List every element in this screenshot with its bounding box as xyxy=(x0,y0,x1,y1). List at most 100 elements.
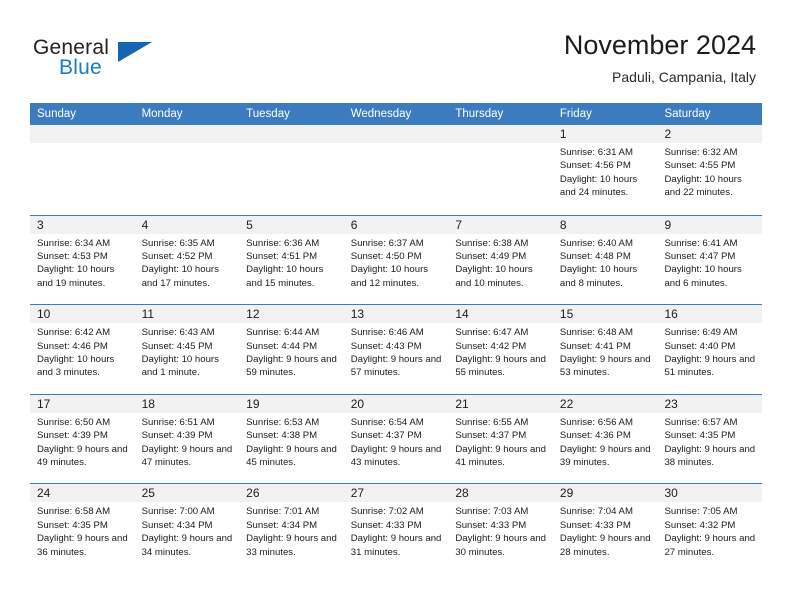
sunrise-text: Sunrise: 6:47 AM xyxy=(455,327,529,339)
sunrise-text: Sunrise: 6:46 AM xyxy=(350,327,424,339)
day-cell[interactable]: 24 Sunrise: 6:58 AM Sunset: 4:35 PM Dayligh… xyxy=(30,484,135,573)
day-number-band xyxy=(448,125,553,143)
day-cell[interactable]: 20 Sunrise: 6:54 AM Sunset: 4:37 PM Dayligh… xyxy=(343,394,449,484)
day-number-band: 17 xyxy=(30,394,135,413)
weekday-header-wednesday: Wednesday xyxy=(350,108,412,120)
sunset-text: Sunset: 4:45 PM xyxy=(141,340,213,352)
weekday-header-friday: Friday xyxy=(559,108,592,120)
day-cell[interactable]: 4 Sunrise: 6:35 AM Sunset: 4:52 PM Daylight… xyxy=(134,215,240,305)
day-number-band: 12 xyxy=(239,305,344,324)
day-info: Sunrise: 6:56 AM Sunset: 4:36 PM Daylight:… xyxy=(553,413,658,470)
sunset-text: Sunset: 4:47 PM xyxy=(664,251,736,262)
day-number: 2 xyxy=(664,127,672,141)
day-cell[interactable]: 14 Sunrise: 6:47 AM Sunset: 4:42 PM Dayligh… xyxy=(448,305,553,394)
day-cell[interactable]: 6 Sunrise: 6:37 AM Sunset: 4:50 PM Daylight… xyxy=(343,215,449,305)
sunrise-text: Sunrise: 6:32 AM xyxy=(664,147,738,158)
day-cell[interactable]: 15 Sunrise: 6:48 AM Sunset: 4:41 PM Dayligh… xyxy=(552,305,658,394)
day-cell[interactable]: 18 Sunrise: 6:51 AM Sunset: 4:39 PM Dayligh… xyxy=(134,394,240,484)
day-cell[interactable]: 23 Sunrise: 6:57 AM Sunset: 4:35 PM Dayligh… xyxy=(657,394,763,484)
day-number-band: 18 xyxy=(134,394,240,413)
day-cell[interactable]: 30 Sunrise: 7:05 AM Sunset: 4:32 PM Dayligh… xyxy=(657,484,763,573)
day-cell[interactable]: 2 Sunrise: 6:32 AM Sunset: 4:55 PM Daylight… xyxy=(657,125,763,215)
sunset-text: Sunset: 4:37 PM xyxy=(350,430,422,442)
weekday-header-monday: Monday xyxy=(141,108,183,120)
day-cell[interactable]: 26 Sunrise: 7:01 AM Sunset: 4:34 PM Dayligh… xyxy=(239,484,344,573)
daylight-text: Daylight: 10 hours and 24 minutes. xyxy=(559,173,638,199)
day-cell[interactable]: 17 Sunrise: 6:50 AM Sunset: 4:39 PM Dayligh… xyxy=(30,394,135,484)
daylight-text: Daylight: 9 hours and 36 minutes. xyxy=(37,533,128,558)
daylight-text: Daylight: 9 hours and 59 minutes. xyxy=(246,354,337,379)
day-cell[interactable]: 28 Sunrise: 7:03 AM Sunset: 4:33 PM Dayligh… xyxy=(448,484,553,573)
sunset-text: Sunset: 4:50 PM xyxy=(350,251,422,262)
calendar-page: General Blue November 2024 Paduli, Campa… xyxy=(0,0,792,612)
day-info: Sunrise: 6:35 AM Sunset: 4:52 PM Daylight:… xyxy=(135,234,240,291)
day-number-band: 26 xyxy=(239,484,344,503)
day-info: Sunrise: 7:01 AM Sunset: 4:34 PM Daylight:… xyxy=(239,502,344,559)
day-number: 27 xyxy=(350,486,365,501)
sunset-text: Sunset: 4:34 PM xyxy=(141,519,213,531)
logo-text-blue: Blue xyxy=(59,56,102,79)
day-cell[interactable]: 27 Sunrise: 7:02 AM Sunset: 4:33 PM Dayligh… xyxy=(343,484,449,573)
day-cell[interactable]: 3 Sunrise: 6:34 AM Sunset: 4:53 PM Daylight… xyxy=(30,215,135,305)
daylight-text: Daylight: 9 hours and 27 minutes. xyxy=(664,533,756,558)
day-info: Sunrise: 6:32 AM Sunset: 4:55 PM Daylight:… xyxy=(657,143,762,200)
day-info: Sunrise: 6:41 AM Sunset: 4:47 PM Daylight:… xyxy=(657,234,762,291)
day-cell[interactable]: 11 Sunrise: 6:43 AM Sunset: 4:45 PM Dayligh… xyxy=(134,305,240,394)
day-number-band: 23 xyxy=(657,394,763,413)
week-row: 10 Sunrise: 6:42 AM Sunset: 4:46 PM Dayligh… xyxy=(30,304,763,394)
day-number: 20 xyxy=(350,396,365,411)
sunrise-text: Sunrise: 7:02 AM xyxy=(350,506,424,518)
day-number-band: 24 xyxy=(30,484,135,503)
day-info: Sunrise: 6:36 AM Sunset: 4:51 PM Daylight:… xyxy=(239,234,344,291)
week-row: 24 Sunrise: 6:58 AM Sunset: 4:35 PM Dayligh… xyxy=(30,483,763,573)
day-number-band xyxy=(30,125,135,143)
day-cell[interactable]: 10 Sunrise: 6:42 AM Sunset: 4:46 PM Dayligh… xyxy=(30,305,135,394)
day-info: Sunrise: 6:55 AM Sunset: 4:37 PM Daylight:… xyxy=(448,413,553,470)
weekday-header-sunday: Sunday xyxy=(37,108,77,120)
daylight-text: Daylight: 10 hours and 15 minutes. xyxy=(246,264,324,289)
day-cell[interactable]: 12 Sunrise: 6:44 AM Sunset: 4:44 PM Dayligh… xyxy=(239,305,344,394)
day-cell[interactable]: 19 Sunrise: 6:53 AM Sunset: 4:38 PM Dayligh… xyxy=(239,394,344,484)
sunrise-text: Sunrise: 6:37 AM xyxy=(350,237,424,249)
sunset-text: Sunset: 4:51 PM xyxy=(246,251,318,262)
day-cell[interactable]: 9 Sunrise: 6:41 AM Sunset: 4:47 PM Daylight… xyxy=(657,215,763,305)
day-info: Sunrise: 6:58 AM Sunset: 4:35 PM Daylight:… xyxy=(30,502,135,559)
day-number-band: 8 xyxy=(552,215,658,234)
sunrise-text: Sunrise: 6:49 AM xyxy=(664,327,738,339)
day-cell[interactable]: 8 Sunrise: 6:40 AM Sunset: 4:48 PM Daylight… xyxy=(552,215,658,305)
sunrise-text: Sunrise: 6:43 AM xyxy=(141,327,215,339)
day-cell[interactable]: 29 Sunrise: 7:04 AM Sunset: 4:33 PM Dayligh… xyxy=(552,484,658,573)
day-number: 29 xyxy=(559,486,574,501)
sunrise-text: Sunrise: 6:36 AM xyxy=(246,237,320,249)
day-number: 6 xyxy=(350,217,358,232)
day-cell[interactable]: 21 Sunrise: 6:55 AM Sunset: 4:37 PM Dayligh… xyxy=(448,394,553,484)
day-cell[interactable]: 5 Sunrise: 6:36 AM Sunset: 4:51 PM Daylight… xyxy=(239,215,344,305)
sunrise-text: Sunrise: 6:54 AM xyxy=(350,416,424,428)
sunrise-text: Sunrise: 7:05 AM xyxy=(664,506,738,518)
day-info: Sunrise: 6:54 AM Sunset: 4:37 PM Daylight:… xyxy=(344,413,449,470)
day-cell[interactable]: 16 Sunrise: 6:49 AM Sunset: 4:40 PM Dayligh… xyxy=(657,305,763,394)
day-number-band: 19 xyxy=(239,394,344,413)
day-info: Sunrise: 6:34 AM Sunset: 4:53 PM Daylight:… xyxy=(30,234,135,291)
generalblue-logo[interactable]: General Blue xyxy=(33,36,213,84)
sunrise-text: Sunrise: 7:04 AM xyxy=(559,506,633,518)
sunset-text: Sunset: 4:32 PM xyxy=(664,519,736,531)
day-number: 30 xyxy=(664,486,678,501)
day-number-band: 9 xyxy=(657,215,763,234)
daylight-text: Daylight: 9 hours and 28 minutes. xyxy=(559,533,651,558)
day-cell[interactable]: 22 Sunrise: 6:56 AM Sunset: 4:36 PM Dayligh… xyxy=(552,394,658,484)
sunset-text: Sunset: 4:38 PM xyxy=(246,430,318,442)
day-number: 4 xyxy=(141,217,149,232)
day-cell[interactable]: 7 Sunrise: 6:38 AM Sunset: 4:49 PM Daylight… xyxy=(448,215,553,305)
day-info: Sunrise: 6:40 AM Sunset: 4:48 PM Daylight:… xyxy=(553,234,658,291)
sunset-text: Sunset: 4:40 PM xyxy=(664,340,736,352)
sunrise-text: Sunrise: 6:41 AM xyxy=(664,237,738,249)
day-cell-empty xyxy=(239,125,344,215)
daylight-text: Daylight: 9 hours and 53 minutes. xyxy=(559,354,651,379)
sunset-text: Sunset: 4:35 PM xyxy=(664,430,736,442)
day-cell[interactable]: 13 Sunrise: 6:46 AM Sunset: 4:43 PM Dayligh… xyxy=(343,305,449,394)
day-info: Sunrise: 6:47 AM Sunset: 4:42 PM Daylight:… xyxy=(448,323,553,380)
day-cell[interactable]: 1 Sunrise: 6:31 AM Sunset: 4:56 PM Daylight… xyxy=(552,125,658,215)
day-number: 9 xyxy=(664,217,672,232)
day-cell[interactable]: 25 Sunrise: 7:00 AM Sunset: 4:34 PM Dayligh… xyxy=(134,484,240,573)
